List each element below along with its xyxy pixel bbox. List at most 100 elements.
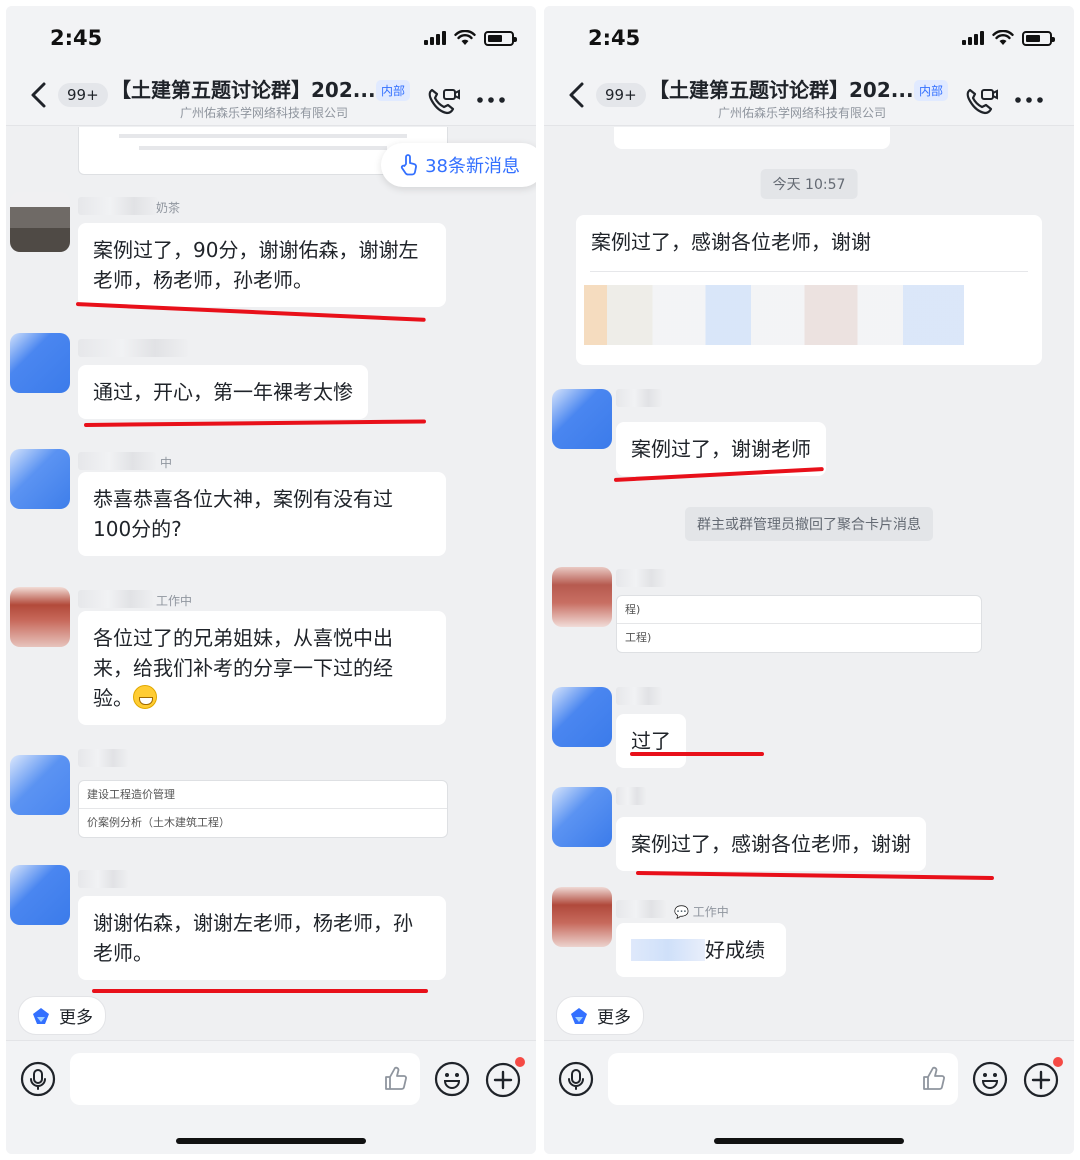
battery-icon [484, 30, 517, 46]
sender-name-blurred [78, 339, 188, 357]
sender-name-blurred [78, 197, 158, 215]
sender-name-blurred [616, 389, 662, 407]
message-list[interactable]: 38条新消息 奶茶 案例过了，90分，谢谢佑森，谢谢左老师，杨老师，孙老师。 通… [6, 127, 536, 997]
status-icons [424, 30, 517, 46]
message-input[interactable] [70, 1053, 420, 1105]
notification-dot [515, 1057, 525, 1067]
chat-title[interactable]: 【土建第五题讨论群】202... [111, 74, 376, 103]
avatar[interactable] [10, 865, 70, 925]
avatar[interactable] [10, 192, 70, 252]
input-bar [6, 1040, 536, 1154]
notification-dot [1053, 1057, 1063, 1067]
add-icon[interactable] [1022, 1061, 1060, 1099]
message-bubble[interactable]: 好成绩 [616, 923, 786, 977]
back-button[interactable]: 99+ [564, 80, 646, 110]
app-logo-icon [33, 1007, 49, 1024]
avatar[interactable] [10, 587, 70, 647]
card-row: 工程) [625, 631, 652, 644]
message-list[interactable]: 今天 10:57 案例过了，感谢各位老师，谢谢 案例过了，谢谢老师 群主或群管理… [544, 127, 1074, 997]
sender-name-blurred [78, 452, 156, 470]
card-row: 建设工程造价管理 [79, 781, 447, 809]
card-row: 程) [617, 596, 981, 624]
more-options-icon[interactable] [1012, 90, 1046, 110]
sender-name-blurred [616, 787, 646, 805]
sender-name-suffix: 工作中 [156, 594, 193, 608]
sender-name-blurred [78, 590, 153, 608]
new-messages-button[interactable]: 38条新消息 [381, 143, 536, 187]
chat-header: 99+ 【土建第五题讨论群】202... 内部 广州佑森乐学网络科技有限公司 [544, 68, 1074, 126]
more-label: 更多 [59, 1008, 93, 1028]
message-bubble[interactable]: 各位过了的兄弟姐妹，从喜悦中出来，给我们补考的分享一下过的经验。 [78, 611, 446, 725]
avatar[interactable] [552, 787, 612, 847]
organization-name: 广州佑森乐学网络科技有限公司 [180, 106, 349, 120]
avatar[interactable] [552, 389, 612, 449]
avatar[interactable] [10, 449, 70, 509]
red-underline [635, 871, 994, 880]
emoji-icon[interactable] [972, 1061, 1008, 1097]
message-text: 案例过了，感谢各位老师，谢谢 [591, 230, 871, 254]
time-divider: 今天 10:57 [760, 169, 858, 199]
status-bar: 2:45 [6, 6, 536, 68]
avatar[interactable] [552, 687, 612, 747]
message-bubble[interactable]: 案例过了，90分，谢谢佑森，谢谢左老师，杨老师，孙老师。 [78, 223, 446, 307]
message-bubble[interactable]: 恭喜恭喜各位大神，案例有没有过100分的? [78, 472, 446, 556]
cellular-signal-icon [962, 31, 984, 45]
system-message: 群主或群管理员撤回了聚合卡片消息 [685, 507, 933, 541]
thumbs-up-icon[interactable] [382, 1065, 410, 1093]
red-underline [83, 419, 427, 427]
video-call-icon[interactable] [964, 86, 998, 116]
phone-screen-right: 2:45 99+ 【土建第五题讨论群】202... 内部 广州佑森乐学网络科技有… [544, 6, 1074, 1154]
message-bubble[interactable]: 通过，开心，第一年裸考太惨 [78, 365, 368, 419]
sender-name-blurred [78, 870, 128, 888]
back-button[interactable]: 99+ [26, 80, 108, 110]
thumbs-up-icon[interactable] [920, 1065, 948, 1093]
message-bubble[interactable]: 过了 [616, 714, 686, 768]
microphone-icon[interactable] [20, 1061, 56, 1097]
sender-name-suffix: 奶茶 [156, 201, 181, 215]
microphone-icon[interactable] [558, 1061, 594, 1097]
sender-name-blurred [616, 900, 666, 918]
avatar[interactable] [552, 887, 612, 947]
more-options-icon[interactable] [474, 90, 508, 110]
grinning-emoji-icon [133, 685, 157, 709]
message-bubble[interactable]: 案例过了，感谢各位老师，谢谢 [576, 215, 1042, 365]
blurred-preview [584, 285, 964, 345]
avatar[interactable] [10, 333, 70, 393]
input-bar [544, 1040, 1074, 1154]
battery-icon [1022, 30, 1055, 46]
status-bar: 2:45 [544, 6, 1074, 68]
message-bubble-partial[interactable] [614, 127, 890, 149]
red-underline [630, 752, 764, 756]
video-call-icon[interactable] [426, 86, 460, 116]
card-row: 价案例分析（土木建筑工程） [87, 816, 230, 829]
more-button[interactable]: 更多 [18, 996, 106, 1035]
wifi-icon [454, 30, 476, 45]
message-bubble[interactable]: 案例过了，感谢各位老师，谢谢 [616, 817, 926, 871]
new-messages-label: 38条新消息 [425, 156, 520, 177]
message-bubble[interactable]: 谢谢佑森，谢谢左老师，杨老师，孙老师。 [78, 896, 446, 980]
app-logo-icon [571, 1007, 587, 1024]
card-message[interactable]: 程) 工程) [616, 595, 982, 653]
chevron-left-icon [31, 82, 46, 108]
status-time: 2:45 [588, 26, 641, 50]
organization-name: 广州佑森乐学网络科技有限公司 [718, 106, 887, 120]
more-button[interactable]: 更多 [556, 996, 644, 1035]
phone-screen-left: 2:45 99+ 【土建第五题讨论群】202... 内部 广州佑森乐学网络科技有… [6, 6, 536, 1154]
add-icon[interactable] [484, 1061, 522, 1099]
red-underline [92, 989, 428, 993]
avatar[interactable] [552, 567, 612, 627]
blurred-text [631, 939, 705, 961]
chat-title[interactable]: 【土建第五题讨论群】202... [649, 74, 914, 103]
sender-name-suffix: 💬 工作中 [674, 905, 729, 919]
card-message[interactable]: 建设工程造价管理 价案例分析（土木建筑工程） [78, 780, 448, 838]
hand-pointer-icon [401, 154, 418, 176]
home-indicator [176, 1138, 366, 1144]
avatar[interactable] [10, 755, 70, 815]
home-indicator [714, 1138, 904, 1144]
sender-name-suffix: 中 [160, 456, 173, 470]
message-input[interactable] [608, 1053, 958, 1105]
more-label: 更多 [597, 1008, 631, 1028]
status-icons [962, 30, 1055, 46]
emoji-icon[interactable] [434, 1061, 470, 1097]
sender-name-blurred [78, 749, 128, 767]
